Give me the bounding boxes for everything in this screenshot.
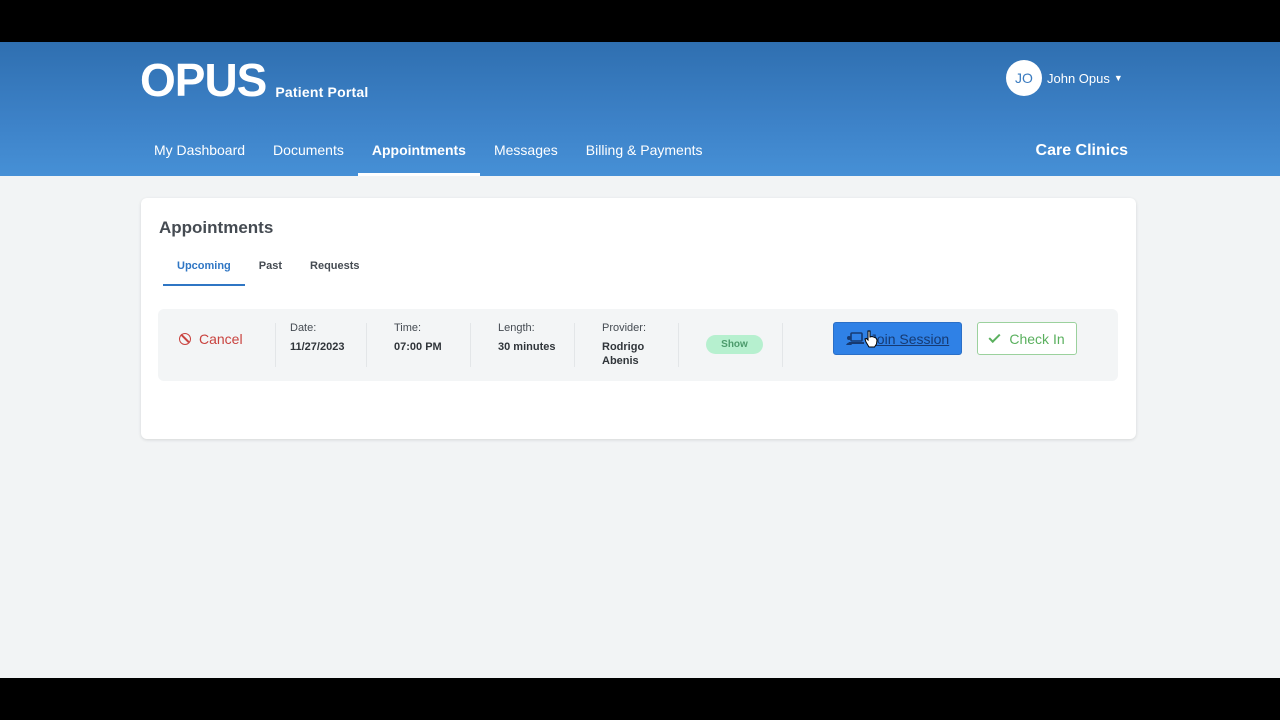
length-field: Length: 30 minutes — [498, 322, 555, 354]
divider — [782, 323, 783, 367]
provider-first-name: Rodrigo — [602, 341, 645, 353]
laptop-user-icon — [845, 331, 864, 345]
provider-last-name: Abenis — [602, 355, 639, 367]
time-label: Time: — [394, 322, 422, 334]
page-title: Appointments — [159, 218, 274, 237]
provider-value: Rodrigo Abenis — [602, 340, 646, 368]
divider — [678, 323, 679, 367]
status-badge: Show — [706, 335, 763, 354]
caret-down-icon: ▼ — [1113, 73, 1123, 83]
appointments-card: Appointments Upcoming Past Requests Canc… — [141, 198, 1136, 439]
divider — [574, 323, 575, 367]
provider-label: Provider: — [602, 322, 647, 334]
ban-icon — [179, 333, 191, 345]
logo-subtitle: Patient Portal — [275, 84, 369, 100]
date-label: Date: — [290, 322, 317, 334]
nav-appointments[interactable]: Appointments — [357, 130, 481, 176]
appointment-tabs: Upcoming Past Requests — [163, 250, 374, 286]
appointment-row: Cancel Date: 11/27/2023 Time: 07:00 PM L… — [158, 309, 1118, 381]
date-value: 11/27/2023 — [290, 341, 345, 353]
time-value: 07:00 PM — [394, 341, 442, 353]
tab-past[interactable]: Past — [245, 250, 296, 286]
avatar: JO — [1006, 60, 1042, 96]
check-in-button[interactable]: Check In — [977, 322, 1077, 355]
logo[interactable]: OPUS Patient Portal — [140, 54, 369, 106]
organization-name: Care Clinics — [1035, 142, 1128, 159]
join-session-label: Join Session — [869, 330, 950, 347]
length-value: 30 minutes — [498, 341, 556, 353]
nav-billing-payments[interactable]: Billing & Payments — [572, 130, 717, 176]
length-label: Length: — [498, 322, 535, 334]
header: OPUS Patient Portal JO John Opus ▼ My Da… — [0, 42, 1280, 176]
divider — [470, 323, 471, 367]
time-field: Time: 07:00 PM — [394, 322, 442, 354]
check-icon — [988, 330, 1001, 344]
user-name: John Opus — [1047, 70, 1110, 86]
logo-mark: OPUS — [140, 54, 267, 106]
check-in-label: Check In — [1009, 330, 1065, 347]
nav-documents[interactable]: Documents — [259, 130, 358, 176]
join-session-button[interactable]: Join Session — [833, 322, 962, 355]
app-frame: OPUS Patient Portal JO John Opus ▼ My Da… — [0, 42, 1280, 678]
nav-my-dashboard[interactable]: My Dashboard — [140, 130, 259, 176]
tab-requests[interactable]: Requests — [296, 250, 374, 286]
divider — [366, 323, 367, 367]
main-nav: My Dashboard Documents Appointments Mess… — [140, 130, 717, 176]
user-menu[interactable]: JO John Opus ▼ — [1006, 60, 1123, 96]
provider-field: Provider: Rodrigo Abenis — [602, 322, 646, 368]
tab-upcoming[interactable]: Upcoming — [163, 250, 245, 286]
pointer-cursor-icon — [864, 330, 878, 348]
divider — [275, 323, 276, 367]
nav-messages[interactable]: Messages — [480, 130, 572, 176]
date-field: Date: 11/27/2023 — [290, 322, 344, 354]
cancel-button[interactable]: Cancel — [179, 331, 243, 347]
cancel-label: Cancel — [199, 331, 243, 347]
